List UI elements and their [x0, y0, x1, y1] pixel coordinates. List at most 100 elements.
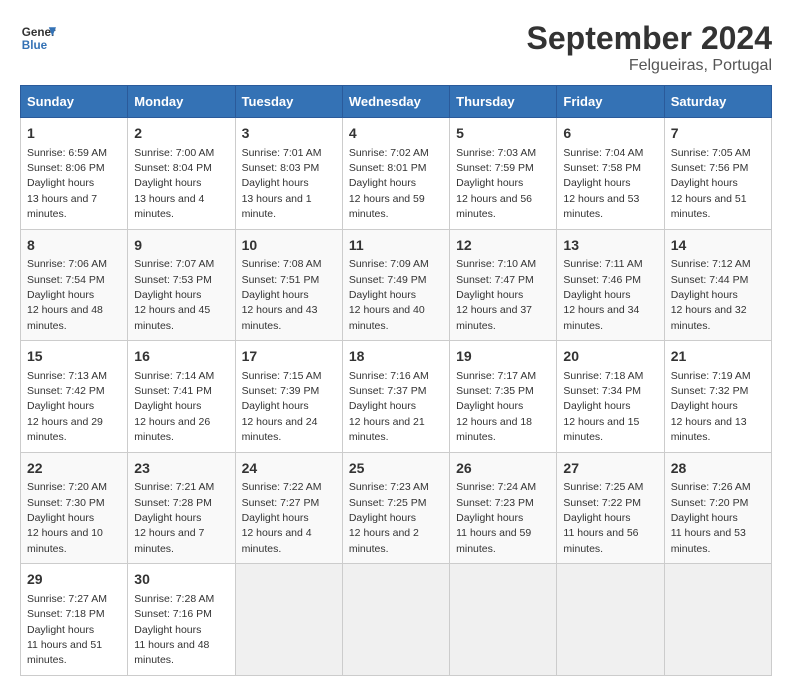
day-number: 26	[456, 459, 550, 479]
day-info: Sunrise: 7:14 AMSunset: 7:41 PMDaylight …	[134, 370, 214, 444]
day-number: 14	[671, 236, 765, 256]
calendar-row: 22 Sunrise: 7:20 AMSunset: 7:30 PMDaylig…	[21, 452, 772, 564]
table-row: 5 Sunrise: 7:03 AMSunset: 7:59 PMDayligh…	[450, 118, 557, 230]
day-number: 2	[134, 124, 228, 144]
day-info: Sunrise: 7:26 AMSunset: 7:20 PMDaylight …	[671, 481, 751, 555]
day-number: 19	[456, 347, 550, 367]
table-row: 8 Sunrise: 7:06 AMSunset: 7:54 PMDayligh…	[21, 229, 128, 341]
table-row: 7 Sunrise: 7:05 AMSunset: 7:56 PMDayligh…	[664, 118, 771, 230]
table-row: 13 Sunrise: 7:11 AMSunset: 7:46 PMDaylig…	[557, 229, 664, 341]
table-row	[342, 564, 449, 676]
day-info: Sunrise: 7:23 AMSunset: 7:25 PMDaylight …	[349, 481, 429, 555]
day-number: 25	[349, 459, 443, 479]
day-info: Sunrise: 7:00 AMSunset: 8:04 PMDaylight …	[134, 147, 214, 221]
table-row: 11 Sunrise: 7:09 AMSunset: 7:49 PMDaylig…	[342, 229, 449, 341]
logo: General Blue	[20, 20, 56, 56]
day-info: Sunrise: 7:10 AMSunset: 7:47 PMDaylight …	[456, 258, 536, 332]
day-number: 29	[27, 570, 121, 590]
table-row	[235, 564, 342, 676]
table-row: 18 Sunrise: 7:16 AMSunset: 7:37 PMDaylig…	[342, 341, 449, 453]
day-number: 8	[27, 236, 121, 256]
day-number: 15	[27, 347, 121, 367]
col-friday: Friday	[557, 86, 664, 118]
day-info: Sunrise: 7:02 AMSunset: 8:01 PMDaylight …	[349, 147, 429, 221]
calendar-table: Sunday Monday Tuesday Wednesday Thursday…	[20, 85, 772, 676]
day-info: Sunrise: 7:11 AMSunset: 7:46 PMDaylight …	[563, 258, 642, 332]
table-row: 30 Sunrise: 7:28 AMSunset: 7:16 PMDaylig…	[128, 564, 235, 676]
table-row: 17 Sunrise: 7:15 AMSunset: 7:39 PMDaylig…	[235, 341, 342, 453]
day-number: 27	[563, 459, 657, 479]
table-row	[557, 564, 664, 676]
table-row: 15 Sunrise: 7:13 AMSunset: 7:42 PMDaylig…	[21, 341, 128, 453]
calendar-row: 1 Sunrise: 6:59 AMSunset: 8:06 PMDayligh…	[21, 118, 772, 230]
day-info: Sunrise: 7:04 AMSunset: 7:58 PMDaylight …	[563, 147, 643, 221]
day-info: Sunrise: 7:09 AMSunset: 7:49 PMDaylight …	[349, 258, 429, 332]
day-info: Sunrise: 7:08 AMSunset: 7:51 PMDaylight …	[242, 258, 322, 332]
title-area: September 2024 Felgueiras, Portugal	[527, 20, 772, 75]
day-number: 11	[349, 236, 443, 256]
table-row: 19 Sunrise: 7:17 AMSunset: 7:35 PMDaylig…	[450, 341, 557, 453]
day-number: 7	[671, 124, 765, 144]
day-info: Sunrise: 6:59 AMSunset: 8:06 PMDaylight …	[27, 147, 107, 221]
col-sunday: Sunday	[21, 86, 128, 118]
table-row: 25 Sunrise: 7:23 AMSunset: 7:25 PMDaylig…	[342, 452, 449, 564]
table-row: 24 Sunrise: 7:22 AMSunset: 7:27 PMDaylig…	[235, 452, 342, 564]
svg-text:Blue: Blue	[22, 39, 48, 52]
day-number: 6	[563, 124, 657, 144]
table-row: 4 Sunrise: 7:02 AMSunset: 8:01 PMDayligh…	[342, 118, 449, 230]
table-row: 23 Sunrise: 7:21 AMSunset: 7:28 PMDaylig…	[128, 452, 235, 564]
logo-icon: General Blue	[20, 20, 56, 56]
day-number: 16	[134, 347, 228, 367]
col-thursday: Thursday	[450, 86, 557, 118]
header: General Blue September 2024 Felgueiras, …	[20, 20, 772, 75]
table-row: 10 Sunrise: 7:08 AMSunset: 7:51 PMDaylig…	[235, 229, 342, 341]
table-row	[664, 564, 771, 676]
day-number: 22	[27, 459, 121, 479]
col-tuesday: Tuesday	[235, 86, 342, 118]
table-row: 28 Sunrise: 7:26 AMSunset: 7:20 PMDaylig…	[664, 452, 771, 564]
day-info: Sunrise: 7:01 AMSunset: 8:03 PMDaylight …	[242, 147, 322, 221]
day-info: Sunrise: 7:25 AMSunset: 7:22 PMDaylight …	[563, 481, 643, 555]
col-monday: Monday	[128, 86, 235, 118]
day-info: Sunrise: 7:22 AMSunset: 7:27 PMDaylight …	[242, 481, 322, 555]
day-number: 17	[242, 347, 336, 367]
table-row: 3 Sunrise: 7:01 AMSunset: 8:03 PMDayligh…	[235, 118, 342, 230]
day-info: Sunrise: 7:18 AMSunset: 7:34 PMDaylight …	[563, 370, 643, 444]
day-info: Sunrise: 7:21 AMSunset: 7:28 PMDaylight …	[134, 481, 214, 555]
table-row: 9 Sunrise: 7:07 AMSunset: 7:53 PMDayligh…	[128, 229, 235, 341]
day-number: 28	[671, 459, 765, 479]
day-number: 12	[456, 236, 550, 256]
day-info: Sunrise: 7:16 AMSunset: 7:37 PMDaylight …	[349, 370, 429, 444]
col-wednesday: Wednesday	[342, 86, 449, 118]
header-row: Sunday Monday Tuesday Wednesday Thursday…	[21, 86, 772, 118]
day-number: 13	[563, 236, 657, 256]
day-info: Sunrise: 7:12 AMSunset: 7:44 PMDaylight …	[671, 258, 751, 332]
day-number: 24	[242, 459, 336, 479]
day-number: 10	[242, 236, 336, 256]
day-info: Sunrise: 7:06 AMSunset: 7:54 PMDaylight …	[27, 258, 107, 332]
calendar-row: 15 Sunrise: 7:13 AMSunset: 7:42 PMDaylig…	[21, 341, 772, 453]
table-row: 22 Sunrise: 7:20 AMSunset: 7:30 PMDaylig…	[21, 452, 128, 564]
day-number: 3	[242, 124, 336, 144]
day-info: Sunrise: 7:27 AMSunset: 7:18 PMDaylight …	[27, 593, 107, 667]
col-saturday: Saturday	[664, 86, 771, 118]
day-info: Sunrise: 7:17 AMSunset: 7:35 PMDaylight …	[456, 370, 536, 444]
day-number: 30	[134, 570, 228, 590]
table-row	[450, 564, 557, 676]
day-info: Sunrise: 7:20 AMSunset: 7:30 PMDaylight …	[27, 481, 107, 555]
day-number: 23	[134, 459, 228, 479]
day-info: Sunrise: 7:24 AMSunset: 7:23 PMDaylight …	[456, 481, 536, 555]
day-number: 5	[456, 124, 550, 144]
table-row: 16 Sunrise: 7:14 AMSunset: 7:41 PMDaylig…	[128, 341, 235, 453]
day-info: Sunrise: 7:28 AMSunset: 7:16 PMDaylight …	[134, 593, 214, 667]
month-title: September 2024	[527, 20, 772, 57]
table-row: 14 Sunrise: 7:12 AMSunset: 7:44 PMDaylig…	[664, 229, 771, 341]
table-row: 29 Sunrise: 7:27 AMSunset: 7:18 PMDaylig…	[21, 564, 128, 676]
table-row: 12 Sunrise: 7:10 AMSunset: 7:47 PMDaylig…	[450, 229, 557, 341]
day-number: 9	[134, 236, 228, 256]
day-info: Sunrise: 7:03 AMSunset: 7:59 PMDaylight …	[456, 147, 536, 221]
day-info: Sunrise: 7:05 AMSunset: 7:56 PMDaylight …	[671, 147, 751, 221]
table-row: 21 Sunrise: 7:19 AMSunset: 7:32 PMDaylig…	[664, 341, 771, 453]
day-info: Sunrise: 7:07 AMSunset: 7:53 PMDaylight …	[134, 258, 214, 332]
table-row: 1 Sunrise: 6:59 AMSunset: 8:06 PMDayligh…	[21, 118, 128, 230]
